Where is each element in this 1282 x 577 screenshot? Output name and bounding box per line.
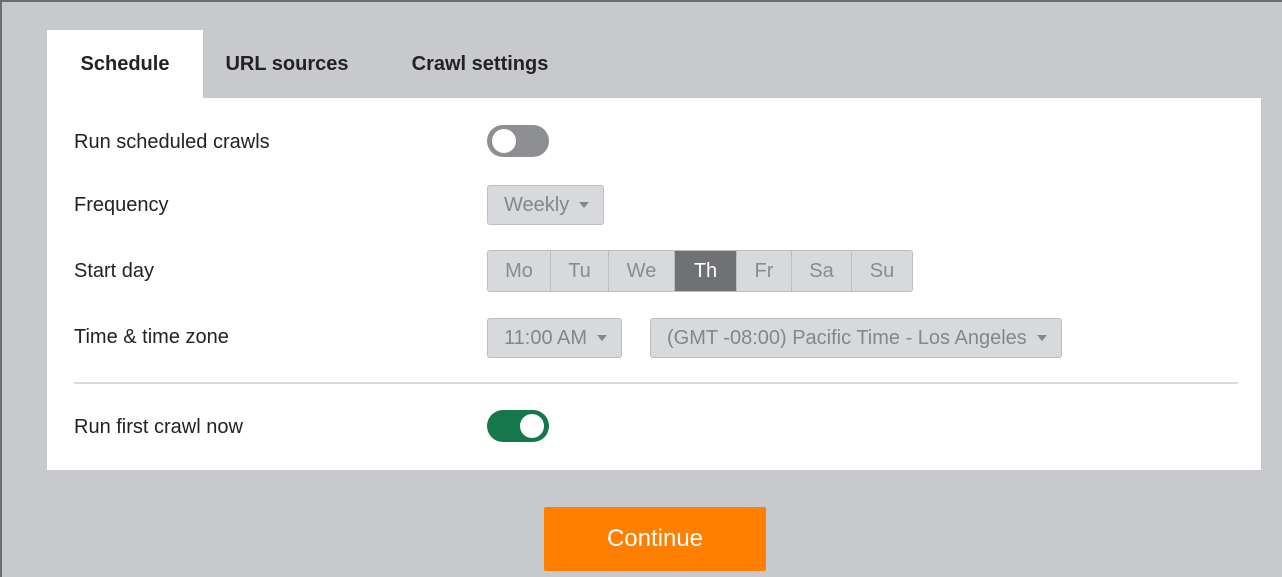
run-first-toggle[interactable] — [487, 410, 549, 442]
day-fr[interactable]: Fr — [737, 251, 792, 291]
run-scheduled-toggle[interactable] — [487, 125, 549, 157]
toggle-knob — [492, 129, 516, 153]
toggle-knob — [520, 414, 544, 438]
frequency-select[interactable]: Weekly — [487, 185, 605, 225]
start-day-selector: Mo Tu We Th Fr Sa Su — [487, 250, 913, 292]
day-we[interactable]: We — [609, 251, 675, 291]
day-tu[interactable]: Tu — [551, 251, 609, 291]
continue-button[interactable]: Continue — [544, 507, 766, 571]
day-sa[interactable]: Sa — [792, 251, 852, 291]
tab-schedule[interactable]: Schedule — [47, 30, 203, 98]
time-select[interactable]: 11:00 AM — [487, 318, 623, 358]
day-su[interactable]: Su — [852, 251, 912, 291]
frequency-value: Weekly — [504, 193, 570, 216]
timezone-value: (GMT -08:00) Pacific Time - Los Angeles — [667, 326, 1027, 349]
schedule-panel: Run scheduled crawls Frequency Weekly St… — [47, 98, 1261, 470]
day-mo[interactable]: Mo — [488, 251, 551, 291]
chevron-down-icon — [597, 335, 608, 341]
chevron-down-icon — [579, 202, 590, 208]
section-divider — [74, 382, 1238, 384]
tab-bar: Schedule URL sources Crawl settings — [47, 30, 589, 98]
frequency-label: Frequency — [74, 194, 169, 216]
timezone-select[interactable]: (GMT -08:00) Pacific Time - Los Angeles — [650, 318, 1062, 358]
time-value: 11:00 AM — [504, 326, 588, 349]
time-zone-label: Time & time zone — [74, 326, 229, 348]
chevron-down-icon — [1036, 335, 1047, 341]
tab-crawl-settings[interactable]: Crawl settings — [371, 30, 589, 98]
day-th[interactable]: Th — [675, 251, 737, 291]
run-scheduled-label: Run scheduled crawls — [74, 131, 270, 153]
run-first-label: Run first crawl now — [74, 416, 243, 438]
start-day-label: Start day — [74, 260, 155, 282]
tab-url-sources[interactable]: URL sources — [203, 30, 371, 98]
